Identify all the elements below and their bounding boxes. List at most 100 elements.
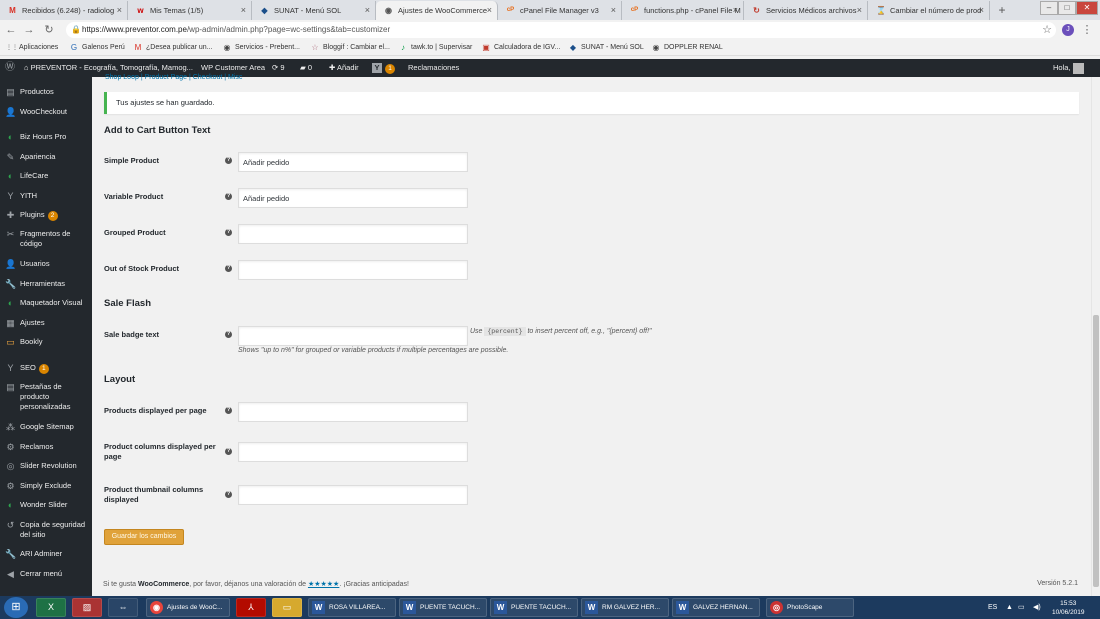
language-indicator[interactable]: ES	[988, 596, 997, 619]
scrollbar-thumb[interactable]	[1093, 315, 1099, 587]
help-icon[interactable]: ?	[225, 448, 232, 455]
sidebar-item-woocheckout[interactable]: 👤 WooCheckout	[0, 107, 92, 117]
subnav-shop-loop[interactable]: Shop Loop	[105, 74, 139, 81]
help-icon[interactable]: ?	[225, 193, 232, 200]
account-link[interactable]: Hola,	[1053, 59, 1084, 77]
bookmark-item[interactable]: G Galenos Perú	[69, 42, 125, 54]
teamviewer-icon[interactable]: ⇔	[108, 598, 138, 617]
browser-tab[interactable]: ⌛ Cambiar el número de prod ×	[868, 1, 990, 20]
close-icon[interactable]: ×	[733, 1, 738, 20]
bookmark-apps[interactable]: ⋮⋮ Aplicaciones	[6, 42, 58, 54]
back-icon[interactable]: ←	[4, 23, 18, 37]
out-of-stock-input[interactable]	[238, 260, 468, 280]
sidebar-item-bookly[interactable]: ▭ Bookly	[0, 337, 92, 347]
variable-product-input[interactable]	[238, 188, 468, 208]
start-button[interactable]: ⊞	[4, 597, 28, 618]
menu-icon[interactable]: ⋮	[1080, 23, 1094, 37]
sidebar-item-usuarios[interactable]: 👤 Usuarios	[0, 259, 92, 269]
close-icon[interactable]: ×	[241, 1, 246, 20]
close-icon[interactable]: ×	[857, 1, 862, 20]
taskbar-word[interactable]: W ROSA VILLAREA...	[308, 598, 396, 617]
taskbar-photoscape[interactable]: ◎ PhotoScape	[766, 598, 854, 617]
sidebar-item-maquetador[interactable]: ◐ Maquetador Visual	[0, 298, 92, 308]
taskbar-word[interactable]: W GALVEZ HERNAN...	[672, 598, 760, 617]
sale-badge-input[interactable]	[238, 326, 468, 346]
bookmark-item[interactable]: ◉ Servicios - Prebent...	[222, 42, 300, 54]
close-icon[interactable]: ×	[487, 1, 492, 20]
excel-icon[interactable]: X	[36, 598, 66, 617]
help-icon[interactable]: ?	[225, 265, 232, 272]
sidebar-item-biz-hours[interactable]: ◐ Biz Hours Pro	[0, 132, 92, 142]
taskbar-word[interactable]: W PUENTE TACUCH...	[490, 598, 578, 617]
thumbnail-columns-input[interactable]	[238, 485, 468, 505]
reload-icon[interactable]: ↻	[42, 23, 56, 37]
help-icon[interactable]: ?	[225, 229, 232, 236]
taskbar-word[interactable]: W PUENTE TACUCH...	[399, 598, 487, 617]
close-icon[interactable]: ×	[979, 1, 984, 20]
sidebar-item-herramientas[interactable]: 🔧 Herramientas	[0, 279, 92, 289]
save-changes-button[interactable]: Guardar los cambios	[104, 529, 184, 545]
help-icon[interactable]: ?	[225, 331, 232, 338]
sidebar-item-yith[interactable]: Y YITH	[0, 191, 92, 201]
updates-link[interactable]: ⟳ 9	[272, 59, 285, 77]
tray-arrow-icon[interactable]: ▲	[1006, 596, 1013, 619]
taskbar-word[interactable]: W RM GALVEZ HER...	[581, 598, 669, 617]
sidebar-item-google-sitemap[interactable]: ⁂ Google Sitemap	[0, 422, 92, 432]
help-icon[interactable]: ?	[225, 407, 232, 414]
paint-icon[interactable]: ▨	[72, 598, 102, 617]
rating-stars-link[interactable]: ★★★★★	[308, 581, 339, 588]
sidebar-item-productos[interactable]: ▤ Productos	[0, 87, 92, 97]
close-icon[interactable]: ×	[611, 1, 616, 20]
taskbar-chrome[interactable]: ◉ Ajustes de WooC...	[146, 598, 230, 617]
browser-tab[interactable]: cP cPanel File Manager v3 ×	[498, 1, 622, 20]
sidebar-item-apariencia[interactable]: ✎ Apariencia	[0, 152, 92, 162]
clock[interactable]: 15:53 10/06/2019	[1052, 599, 1085, 617]
volume-icon[interactable]: ◀)	[1033, 596, 1041, 619]
bookmark-item[interactable]: ◉ DOPPLER RENAL	[651, 42, 723, 54]
subnav-product-page[interactable]: Product Page	[145, 74, 187, 81]
subnav-misc[interactable]: Misc	[228, 74, 242, 81]
bookmark-item[interactable]: ▣ Calculadora de IGV...	[481, 42, 560, 54]
sidebar-item-fragmentos[interactable]: ✂ Fragmentos de código	[0, 229, 92, 249]
sidebar-item-slider-revolution[interactable]: ◎ Slider Revolution	[0, 461, 92, 471]
product-columns-input[interactable]	[238, 442, 468, 462]
bookmark-item[interactable]: M ¿Desea publicar un...	[133, 42, 213, 54]
bookmark-item[interactable]: ☆ Bloggif : Cambiar el...	[310, 42, 390, 54]
close-icon[interactable]: ×	[365, 1, 370, 20]
profile-avatar[interactable]: J	[1062, 24, 1074, 36]
simple-product-input[interactable]	[238, 152, 468, 172]
maximize-button[interactable]: □	[1058, 1, 1076, 15]
new-tab-button[interactable]: +	[994, 3, 1010, 17]
help-icon[interactable]: ?	[225, 491, 232, 498]
collapse-menu-button[interactable]: ◀ Cerrar menú	[0, 569, 92, 579]
sidebar-item-simply-exclude[interactable]: ⚙ Simply Exclude	[0, 481, 92, 491]
browser-tab[interactable]: M Recibidos (6.248) - radiolog ×	[0, 1, 128, 20]
sidebar-item-seo[interactable]: Y SEO 1	[0, 363, 92, 374]
network-icon[interactable]: ▭	[1018, 596, 1025, 619]
products-per-page-input[interactable]	[238, 402, 468, 422]
browser-tab[interactable]: ↻ Servicios Médicos archivos ×	[744, 1, 868, 20]
url-bar[interactable]: 🔒 https://www.preventor.com.pe/wp-admin/a…	[66, 22, 1056, 38]
help-icon[interactable]: ?	[225, 157, 232, 164]
yoast-link[interactable]: Y1	[372, 59, 395, 77]
star-icon[interactable]: ☆	[1040, 23, 1054, 37]
sidebar-item-reclamos[interactable]: ⚙ Reclamos	[0, 442, 92, 452]
minimize-button[interactable]: –	[1040, 1, 1058, 15]
sidebar-item-lifecare[interactable]: ◐ LifeCare	[0, 171, 92, 181]
grouped-product-input[interactable]	[238, 224, 468, 244]
browser-tab[interactable]: ◆ SUNAT - Menú SOL ×	[252, 1, 376, 20]
wordpress-logo-icon[interactable]: Ⓦ	[5, 59, 15, 77]
sidebar-item-pestanas[interactable]: ▤ Pestañas de producto personalizadas	[0, 382, 92, 412]
forward-icon[interactable]: →	[22, 23, 36, 37]
bookmark-item[interactable]: ◆ SUNAT - Menú SOL	[568, 42, 644, 54]
acrobat-icon[interactable]: ⅄	[236, 598, 266, 617]
sidebar-item-copia-seguridad[interactable]: ↺ Copia de seguridad del sitio	[0, 520, 92, 540]
folder-icon[interactable]: ▭	[272, 598, 302, 617]
close-icon[interactable]: ×	[117, 1, 122, 20]
bookmark-item[interactable]: ♪ tawk.to | Supervisar	[398, 42, 472, 54]
comments-link[interactable]: ▰ 0	[300, 59, 312, 77]
window-close-button[interactable]: ✕	[1076, 1, 1098, 15]
add-new-link[interactable]: ✚ Añadir	[329, 59, 359, 77]
claims-link[interactable]: Reclamaciones	[408, 59, 459, 77]
subnav-checkout[interactable]: Checkout	[193, 74, 223, 81]
